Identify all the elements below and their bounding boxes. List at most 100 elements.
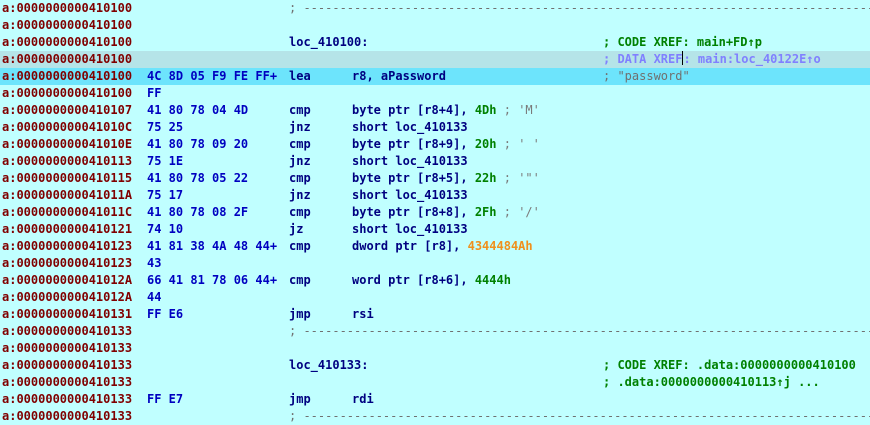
code-label[interactable]: loc_410133:	[289, 357, 368, 374]
operand-text[interactable]: r8, aPassword	[352, 69, 446, 83]
mnemonic[interactable]: jnz	[289, 187, 311, 204]
operands[interactable]: short loc_410133	[352, 153, 468, 170]
mnemonic[interactable]: jnz	[289, 119, 311, 136]
listing-line[interactable]: a:000000000041010C 75 25 jnz short loc_4101…	[0, 119, 870, 136]
operands[interactable]: short loc_410133	[352, 119, 468, 136]
operand-text[interactable]: word ptr [r8+6],	[352, 273, 475, 287]
operands[interactable]: rsi	[352, 306, 374, 323]
immediate-value[interactable]: 4444h	[475, 273, 511, 287]
immediate-value[interactable]: 22h	[475, 171, 497, 185]
operands[interactable]: dword ptr [r8], 4344484Ah	[352, 238, 533, 255]
immediate-value[interactable]: 2Fh	[475, 205, 497, 219]
address[interactable]: a:0000000000410133	[2, 408, 132, 425]
mnemonic[interactable]: jz	[289, 221, 303, 238]
listing-line[interactable]: a:0000000000410100 FF	[0, 85, 870, 102]
operand-text[interactable]: byte ptr [r8+5],	[352, 171, 475, 185]
listing-line[interactable]: a:000000000041011A 75 17 jnz short loc_4101…	[0, 187, 870, 204]
opcode-bytes: 75 17	[147, 188, 184, 202]
operand-text[interactable]: rdi	[352, 392, 374, 406]
mnemonic[interactable]: jnz	[289, 153, 311, 170]
address[interactable]: a:000000000041012A	[2, 289, 132, 306]
operand-text[interactable]: short loc_410133	[352, 154, 468, 168]
operand-text[interactable]: rsi	[352, 307, 374, 321]
operand-text[interactable]: short loc_410133	[352, 120, 468, 134]
address[interactable]: a:0000000000410121	[2, 221, 132, 238]
address[interactable]: a:0000000000410133	[2, 374, 132, 391]
address[interactable]: a:0000000000410100	[2, 68, 132, 85]
address[interactable]: a:000000000041010C	[2, 119, 132, 136]
address[interactable]: a:0000000000410123	[2, 255, 132, 272]
operand-text[interactable]: byte ptr [r8+8],	[352, 205, 475, 219]
address[interactable]: a:0000000000410100	[2, 0, 132, 17]
listing-line[interactable]: a:0000000000410133 loc_410133: ; CODE XREF…	[0, 357, 870, 374]
immediate-value[interactable]: 20h	[475, 137, 497, 151]
address[interactable]: a:0000000000410133	[2, 357, 132, 374]
mnemonic[interactable]: jmp	[289, 391, 311, 408]
mnemonic[interactable]: jmp	[289, 306, 311, 323]
address[interactable]: a:0000000000410113	[2, 153, 132, 170]
immediate-value[interactable]: 4Dh	[475, 103, 497, 117]
code-label[interactable]: loc_410100:	[289, 34, 368, 51]
listing-line[interactable]: a:0000000000410100 loc_410100: ; CODE XREF…	[0, 34, 870, 51]
operand-text[interactable]: byte ptr [r8+9],	[352, 137, 475, 151]
listing-line[interactable]: a:0000000000410100 ; DATA XREF: main:loc_…	[0, 51, 870, 68]
listing-line[interactable]: a:0000000000410133	[0, 340, 870, 357]
immediate-value[interactable]: 4344484Ah	[468, 239, 533, 253]
mnemonic[interactable]: cmp	[289, 238, 311, 255]
listing-line[interactable]: a:0000000000410115 41 80 78 05 22 cmp byte …	[0, 170, 870, 187]
listing-line[interactable]: a:0000000000410100 ; --------------------…	[0, 0, 870, 17]
listing-line[interactable]: a:0000000000410123 43	[0, 255, 870, 272]
address[interactable]: a:0000000000410133	[2, 340, 132, 357]
listing-line[interactable]: a:0000000000410121 74 10 jz short loc_41013…	[0, 221, 870, 238]
listing-line[interactable]: a:000000000041011C 41 80 78 08 2F cmp byte …	[0, 204, 870, 221]
operands[interactable]: byte ptr [r8+4], 4Dh ; 'M'	[352, 102, 540, 119]
listing-line[interactable]: a:0000000000410133 ; --------------------…	[0, 408, 870, 425]
address[interactable]: a:0000000000410115	[2, 170, 132, 187]
listing-line[interactable]: a:0000000000410113 75 1E jnz short loc_4101…	[0, 153, 870, 170]
listing-line[interactable]: a:0000000000410100 4C 8D 05 F9 FE FF+ lea r…	[0, 68, 870, 85]
operand-text[interactable]: dword ptr [r8],	[352, 239, 468, 253]
address[interactable]: a:000000000041010E	[2, 136, 132, 153]
listing-line[interactable]: a:0000000000410107 41 80 78 04 4D cmp byte …	[0, 102, 870, 119]
listing-line[interactable]: a:0000000000410131 FF E6 jmp rsi	[0, 306, 870, 323]
address[interactable]: a:000000000041012A	[2, 272, 132, 289]
listing-line[interactable]: a:0000000000410123 41 81 38 4A 48 44+ cmp d…	[0, 238, 870, 255]
address[interactable]: a:000000000041011C	[2, 204, 132, 221]
address[interactable]: a:0000000000410133	[2, 323, 132, 340]
mnemonic[interactable]: cmp	[289, 272, 311, 289]
operands[interactable]: byte ptr [r8+5], 22h ; '"'	[352, 170, 540, 187]
listing-line[interactable]: a:000000000041012A 44	[0, 289, 870, 306]
listing-line[interactable]: a:0000000000410100	[0, 17, 870, 34]
disassembly-listing[interactable]: a:0000000000410100 ; --------------------…	[0, 0, 870, 425]
address[interactable]: a:0000000000410133	[2, 391, 132, 408]
address[interactable]: a:000000000041011A	[2, 187, 132, 204]
address[interactable]: a:0000000000410100	[2, 51, 132, 68]
address[interactable]: a:0000000000410131	[2, 306, 132, 323]
operand-text[interactable]: short loc_410133	[352, 188, 468, 202]
operand-text[interactable]: short loc_410133	[352, 222, 468, 236]
mnemonic[interactable]: lea	[289, 68, 311, 85]
address[interactable]: a:0000000000410100	[2, 34, 132, 51]
opcode-bytes: FF	[147, 86, 162, 100]
address[interactable]: a:0000000000410123	[2, 238, 132, 255]
listing-line[interactable]: a:0000000000410133 ; .data:00000000004101…	[0, 374, 870, 391]
operands[interactable]: byte ptr [r8+8], 2Fh ; '/'	[352, 204, 540, 221]
listing-line[interactable]: a:000000000041012A 66 41 81 78 06 44+ cmp w…	[0, 272, 870, 289]
address[interactable]: a:0000000000410100	[2, 85, 132, 102]
operands[interactable]: word ptr [r8+6], 4444h	[352, 272, 511, 289]
mnemonic[interactable]: cmp	[289, 136, 311, 153]
listing-line[interactable]: a:000000000041010E 41 80 78 09 20 cmp byte …	[0, 136, 870, 153]
operands[interactable]: rdi	[352, 391, 374, 408]
mnemonic[interactable]: cmp	[289, 204, 311, 221]
address[interactable]: a:0000000000410107	[2, 102, 132, 119]
mnemonic[interactable]: cmp	[289, 170, 311, 187]
operands[interactable]: r8, aPassword	[352, 68, 446, 85]
operands[interactable]: short loc_410133	[352, 221, 468, 238]
mnemonic[interactable]: cmp	[289, 102, 311, 119]
operand-text[interactable]: byte ptr [r8+4],	[352, 103, 475, 117]
operands[interactable]: short loc_410133	[352, 187, 468, 204]
operands[interactable]: byte ptr [r8+9], 20h ; ' '	[352, 136, 540, 153]
address[interactable]: a:0000000000410100	[2, 17, 132, 34]
listing-line[interactable]: a:0000000000410133 FF E7 jmp rdi	[0, 391, 870, 408]
listing-line[interactable]: a:0000000000410133 ; --------------------…	[0, 323, 870, 340]
